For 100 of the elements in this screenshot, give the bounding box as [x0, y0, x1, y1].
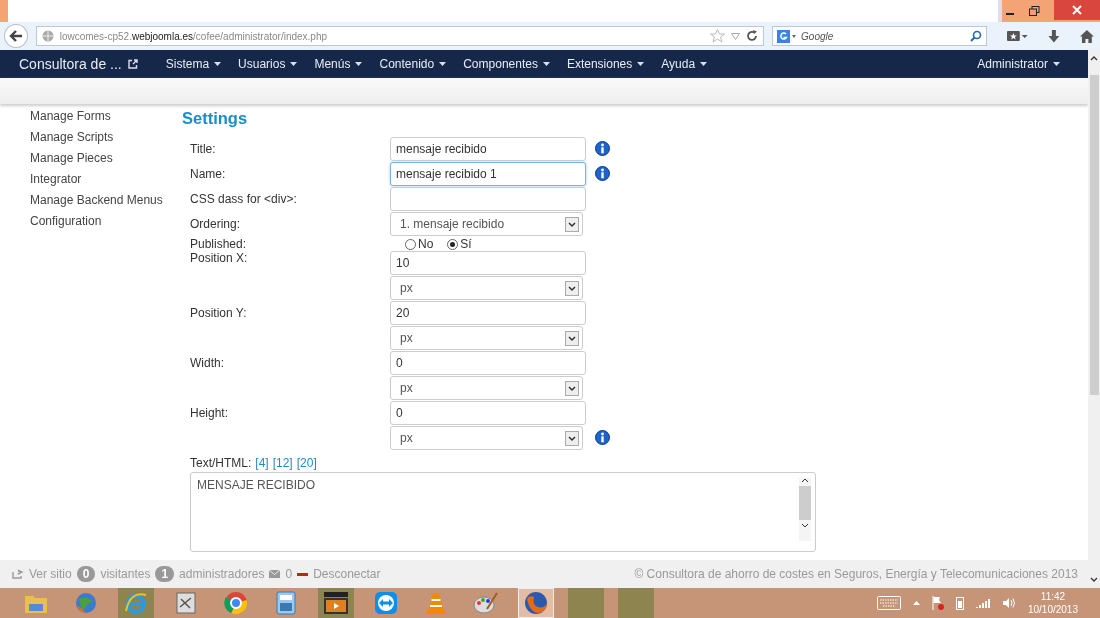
caret-icon	[700, 62, 708, 66]
calculator-icon	[276, 591, 296, 615]
message-count: 0	[285, 567, 293, 581]
nav-menu[interactable]: Componentes	[463, 57, 550, 71]
home-icon[interactable]	[1080, 29, 1094, 43]
text-field[interactable]: mensaje recibido 1	[390, 162, 586, 186]
minus-icon	[297, 572, 309, 576]
speaker-icon[interactable]	[1001, 597, 1016, 609]
share-icon	[12, 569, 24, 579]
traffic-cone-icon	[425, 591, 447, 615]
dropdown-field[interactable]: px	[390, 376, 583, 400]
taskbar-button[interactable]	[518, 588, 554, 618]
url-text: lowcomes-cp52.webjoomla.es/cofee/administrator/index.php	[59, 30, 328, 42]
text-field[interactable]	[390, 187, 586, 211]
globe-icon	[41, 30, 54, 42]
external-link-icon	[127, 59, 138, 69]
close-button[interactable]	[1054, 0, 1100, 20]
field-label: Position X:	[190, 251, 248, 265]
admin-count-badge: 1	[155, 566, 175, 582]
dropdown-field[interactable]: 1. mensaje recibido	[390, 212, 583, 236]
download-icon[interactable]	[1048, 29, 1061, 43]
dropdown-field[interactable]: px	[390, 426, 583, 450]
site-title-link[interactable]: Consultora de ...	[19, 56, 138, 72]
sidebar-link[interactable]: Manage Backend Menus	[30, 193, 182, 207]
caret-icon	[355, 62, 363, 66]
restore-icon[interactable]	[1029, 6, 1040, 16]
info-icon[interactable]	[595, 141, 610, 156]
address-bar[interactable]: lowcomes-cp52.webjoomla.es/cofee/administrator/index.php	[35, 26, 765, 46]
text-field[interactable]: 0	[390, 351, 586, 375]
keyboard-icon[interactable]	[876, 596, 901, 610]
caret-icon	[542, 62, 550, 66]
nav-menu[interactable]: Sistema	[165, 57, 222, 71]
back-button[interactable]	[4, 24, 28, 48]
flag-icon[interactable]	[931, 596, 944, 610]
info-icon[interactable]	[595, 430, 610, 445]
field-label: Position Y:	[190, 306, 247, 320]
signal-icon[interactable]	[975, 597, 990, 609]
heading-size-link[interactable]: [4]	[255, 456, 269, 470]
star-icon[interactable]	[710, 29, 726, 43]
heading-size-link[interactable]: [20]	[296, 456, 317, 470]
visitor-count-badge: 0	[76, 566, 96, 582]
round-logo-icon	[224, 591, 248, 615]
document-icon	[175, 591, 197, 615]
globe-icon	[74, 591, 98, 615]
text-field[interactable]: 0	[390, 401, 586, 425]
close-icon	[1072, 5, 1082, 15]
arrows-icon	[374, 591, 398, 615]
reload-icon[interactable]	[746, 30, 759, 42]
text-field[interactable]: 10	[390, 251, 586, 275]
caret-icon	[290, 62, 298, 66]
settings-heading: Settings	[182, 109, 249, 128]
nav-menu[interactable]: Menús	[314, 57, 363, 71]
google-g-icon[interactable]	[777, 29, 798, 43]
field-label: CSS dass for <div>:	[190, 192, 297, 206]
sidebar-link[interactable]: Configuration	[30, 214, 182, 228]
palette-icon	[473, 591, 499, 615]
scroll-down-icon[interactable]	[801, 523, 809, 528]
taskbar-button[interactable]	[318, 588, 354, 618]
nav-menu[interactable]: Contenido	[379, 57, 447, 71]
radio-option[interactable]: Sí	[447, 237, 472, 251]
nav-menu[interactable]: Ayuda	[661, 57, 708, 71]
bookmarks-icon[interactable]	[1006, 30, 1029, 42]
scroll-up-icon[interactable]	[801, 478, 809, 483]
scroll-down-icon[interactable]	[1090, 577, 1098, 582]
scrollbar[interactable]	[799, 478, 811, 541]
globe-icon	[524, 591, 548, 615]
sidebar-link[interactable]: Manage Forms	[30, 109, 182, 123]
user-menu[interactable]: Administrator	[977, 57, 1060, 71]
search-icon[interactable]	[969, 30, 982, 42]
field-label: Ordering:	[190, 217, 241, 231]
search-box[interactable]: Google	[772, 26, 987, 46]
sidebar-link[interactable]: Integrator	[30, 172, 182, 186]
dropdown-field[interactable]: px	[390, 276, 583, 300]
field-label: Title:	[190, 142, 216, 156]
caret-icon	[214, 62, 222, 66]
text-field[interactable]: 20	[390, 301, 586, 325]
text-area[interactable]: MENSAJE RECIBIDO	[190, 472, 816, 552]
admins-label: administradores	[179, 567, 265, 581]
caret-icon	[439, 62, 447, 66]
field-label: Height:	[190, 406, 229, 420]
copyright-text: © Consultora de ahorro de costes en Seguros, Energía y Telecomunicaciones 2013	[634, 567, 1078, 581]
sidebar-link[interactable]: Manage Scripts	[30, 130, 182, 144]
visitors-label: visitantes	[100, 567, 151, 581]
sidebar-link[interactable]: Manage Pieces	[30, 151, 182, 165]
caret-up-icon[interactable]	[912, 601, 920, 605]
caret-icon	[637, 62, 645, 66]
heading-size-link[interactable]: [12]	[272, 456, 293, 470]
nav-menu[interactable]: Usuarios	[238, 57, 298, 71]
nav-menu[interactable]: Extensiones	[566, 57, 645, 71]
field-label: Text/HTML:	[190, 456, 252, 470]
info-icon[interactable]	[595, 166, 610, 181]
field-label: Width:	[190, 356, 224, 370]
envelope-icon	[269, 570, 281, 578]
dropdown-field[interactable]: px	[390, 326, 583, 350]
scroll-up-icon[interactable]	[1090, 56, 1098, 61]
arrow-left-icon	[8, 30, 23, 42]
scrollbar[interactable]	[1088, 50, 1100, 588]
battery-icon[interactable]	[955, 596, 964, 610]
text-field[interactable]: mensaje recibido	[390, 137, 586, 161]
radio-option[interactable]: No	[405, 237, 434, 251]
